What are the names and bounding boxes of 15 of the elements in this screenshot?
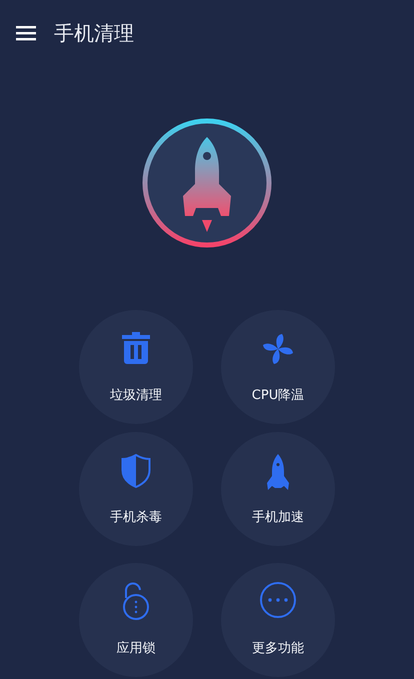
trash-icon [122,332,150,364]
rocket-icon [266,454,290,490]
tool-button[interactable]: 更多功能 [221,563,335,677]
menu-icon[interactable] [16,25,36,41]
app-title: 手机清理 [54,20,134,46]
tool-button[interactable]: 手机杀毒 [79,432,193,546]
rocket-badge-icon[interactable] [140,116,274,250]
shield-icon [121,454,151,488]
more-icon [259,581,297,619]
unlocked-padlock-icon [122,581,150,621]
tool-button[interactable]: 应用锁 [79,563,193,677]
tool-button[interactable]: 手机加速 [221,432,335,546]
tool-button[interactable]: CPU降温 [221,310,335,424]
tool-button[interactable]: 垃圾清理 [79,310,193,424]
fan-icon [261,332,295,366]
